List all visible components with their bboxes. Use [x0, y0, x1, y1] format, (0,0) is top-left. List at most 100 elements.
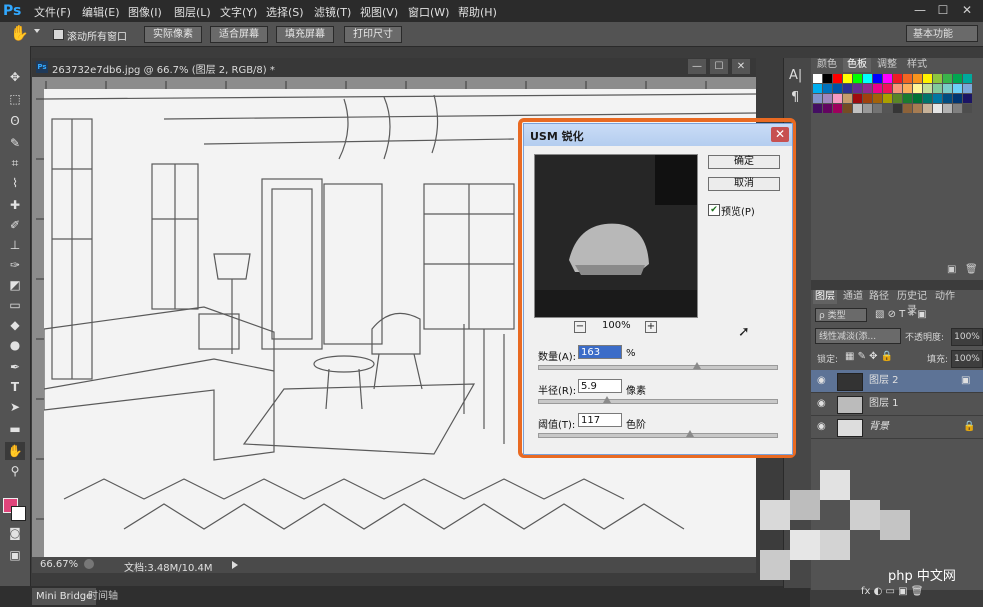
delete-swatch-icon[interactable]: 🗑: [965, 264, 978, 275]
color-swatch[interactable]: [853, 74, 862, 83]
background-color-swatch[interactable]: [11, 506, 26, 521]
status-menu-arrow-icon[interactable]: [232, 561, 238, 569]
color-swatch[interactable]: [943, 74, 952, 83]
color-swatch[interactable]: [923, 84, 932, 93]
dodge-tool-icon[interactable]: ●: [5, 336, 25, 354]
menu-item-7[interactable]: 视图(V): [360, 4, 398, 20]
layer-row-layer2[interactable]: ◉ 图层 2 ▣: [811, 370, 983, 393]
opacity-input[interactable]: 100%: [951, 328, 983, 346]
zoom-in-button[interactable]: +: [645, 321, 657, 333]
color-swatch[interactable]: [903, 74, 912, 83]
color-swatch[interactable]: [963, 94, 972, 103]
color-swatch[interactable]: [943, 94, 952, 103]
eraser-tool-icon[interactable]: ◩: [5, 276, 25, 294]
print-size-button[interactable]: 打印尺寸: [344, 26, 402, 43]
color-swatch[interactable]: [873, 74, 882, 83]
type-tool-icon[interactable]: T: [5, 378, 25, 396]
menu-item-9[interactable]: 帮助(H): [458, 4, 497, 20]
color-swatch[interactable]: [883, 104, 892, 113]
layer-row-layer1[interactable]: ◉ 图层 1: [811, 393, 983, 416]
amount-slider-track[interactable]: [538, 365, 778, 370]
mini-bridge-tab[interactable]: Mini Bridge: [32, 588, 97, 605]
fit-screen-button[interactable]: 适合屏幕: [210, 26, 268, 43]
visibility-eye-icon[interactable]: ◉: [817, 393, 826, 415]
tab-styles[interactable]: 样式: [903, 58, 931, 72]
close-window-icon[interactable]: ✕: [957, 2, 977, 18]
workspace-select[interactable]: 基本功能: [906, 25, 978, 42]
threshold-input[interactable]: 117: [578, 413, 622, 427]
brush-tool-icon[interactable]: ✐: [5, 216, 25, 234]
menu-item-5[interactable]: 选择(S): [266, 4, 304, 20]
color-swatch[interactable]: [823, 84, 832, 93]
color-swatch[interactable]: [953, 104, 962, 113]
amount-slider-thumb[interactable]: [693, 362, 702, 369]
maximize-icon[interactable]: ☐: [933, 2, 953, 18]
menu-item-3[interactable]: 图层(L): [174, 4, 211, 20]
ok-button[interactable]: 确定: [708, 155, 780, 169]
blend-mode-select[interactable]: 线性减淡(添...: [815, 328, 901, 344]
color-swatch[interactable]: [933, 94, 942, 103]
visibility-eye-icon[interactable]: ◉: [817, 416, 826, 438]
quick-select-tool-icon[interactable]: ✎: [5, 134, 25, 152]
eyedropper-tool-icon[interactable]: ⌇: [5, 174, 25, 192]
menu-item-1[interactable]: 编辑(E): [82, 4, 120, 20]
color-swatch[interactable]: [913, 94, 922, 103]
menu-item-2[interactable]: 图像(I): [128, 4, 162, 20]
healing-brush-tool-icon[interactable]: ✚: [5, 196, 25, 214]
color-swatch[interactable]: [853, 94, 862, 103]
color-swatch[interactable]: [953, 94, 962, 103]
color-swatch[interactable]: [843, 74, 852, 83]
color-swatch[interactable]: [843, 104, 852, 113]
radius-slider-thumb[interactable]: [603, 396, 612, 403]
new-swatch-icon[interactable]: ▣: [947, 264, 956, 275]
color-swatch[interactable]: [873, 84, 882, 93]
color-swatch[interactable]: [923, 74, 932, 83]
color-swatch[interactable]: [963, 104, 972, 113]
color-swatch[interactable]: [893, 84, 902, 93]
color-swatch[interactable]: [853, 84, 862, 93]
color-swatch[interactable]: [823, 74, 832, 83]
blur-tool-icon[interactable]: ◆: [5, 316, 25, 334]
color-swatch[interactable]: [953, 84, 962, 93]
preview-checkbox[interactable]: ✔: [708, 204, 720, 216]
minimize-icon[interactable]: —: [910, 2, 930, 18]
color-swatch[interactable]: [883, 94, 892, 103]
zoom-tool-icon[interactable]: ⚲: [5, 462, 25, 480]
dialog-close-icon[interactable]: ✕: [771, 127, 789, 142]
color-swatch[interactable]: [903, 94, 912, 103]
menu-item-6[interactable]: 滤镜(T): [314, 4, 351, 20]
actual-pixels-button[interactable]: 实际像素: [144, 26, 202, 43]
dialog-title-bar[interactable]: USM 锐化 ✕: [524, 124, 792, 146]
fill-input[interactable]: 100%: [951, 350, 983, 368]
layer-row-background[interactable]: ◉ 背景 🔒: [811, 416, 983, 439]
move-tool-icon[interactable]: ✥: [5, 68, 25, 86]
lock-icons[interactable]: ▦ ✎ ✥ 🔒: [845, 351, 893, 362]
character-panel-icon[interactable]: A|: [789, 68, 802, 83]
crop-tool-icon[interactable]: ⌗: [5, 154, 25, 172]
tab-adjustments[interactable]: 调整: [873, 58, 901, 72]
color-swatch[interactable]: [913, 84, 922, 93]
color-swatch[interactable]: [943, 84, 952, 93]
menu-item-8[interactable]: 窗口(W): [408, 4, 449, 20]
marquee-tool-icon[interactable]: ⬚: [5, 90, 25, 108]
threshold-slider-track[interactable]: [538, 433, 778, 438]
tab-paths[interactable]: 路径: [867, 290, 891, 304]
cancel-button[interactable]: 取消: [708, 177, 780, 191]
color-swatch[interactable]: [863, 94, 872, 103]
timeline-tab[interactable]: 时间轴: [88, 588, 118, 605]
document-tab[interactable]: Ps 263732e7db6.jpg @ 66.7% (图层 2, RGB/8)…: [32, 58, 756, 78]
color-swatch[interactable]: [843, 94, 852, 103]
doc-maximize-icon[interactable]: ☐: [710, 59, 728, 74]
radius-input[interactable]: 5.9: [578, 379, 622, 393]
color-swatch[interactable]: [893, 74, 902, 83]
fill-screen-button[interactable]: 填充屏幕: [276, 26, 334, 43]
tab-color[interactable]: 颜色: [813, 58, 841, 72]
vertical-ruler[interactable]: [32, 89, 44, 557]
color-swatch[interactable]: [863, 74, 872, 83]
tab-actions[interactable]: 动作: [933, 290, 957, 304]
color-swatch[interactable]: [963, 74, 972, 83]
color-swatch[interactable]: [963, 84, 972, 93]
status-info-icon[interactable]: [84, 559, 94, 569]
layer-filter-select[interactable]: ρ 类型: [815, 308, 867, 322]
lasso-tool-icon[interactable]: ʘ: [5, 112, 25, 130]
